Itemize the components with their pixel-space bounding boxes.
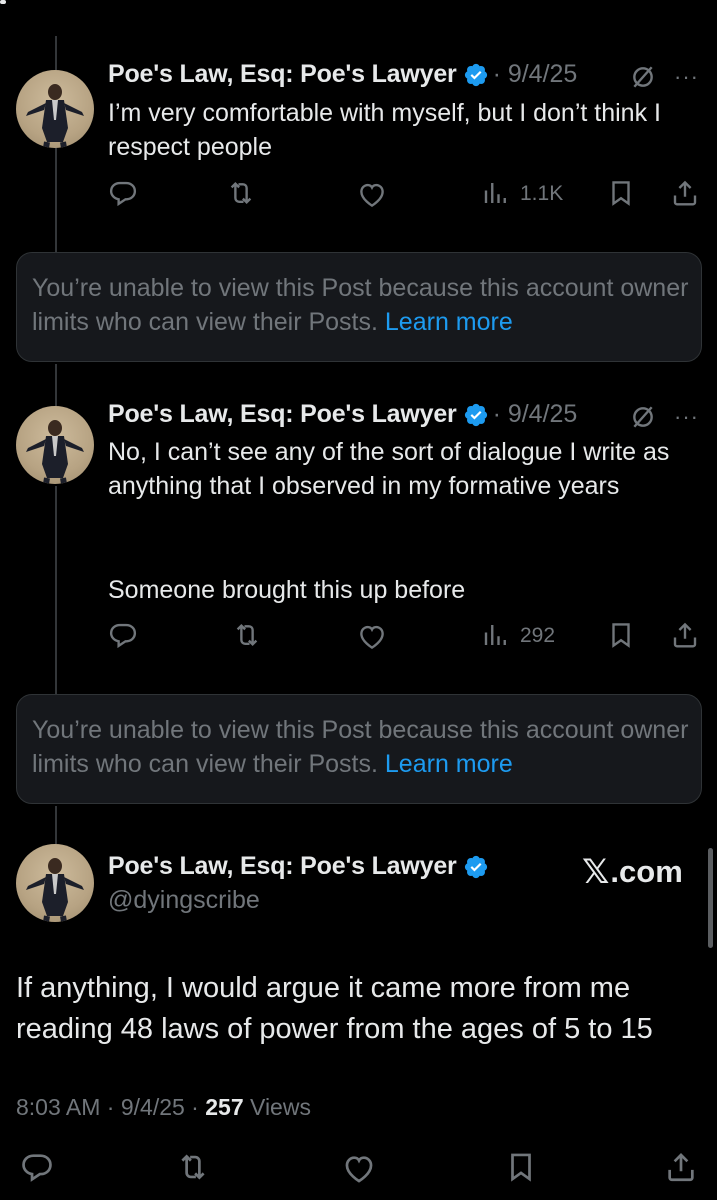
verified-badge-icon	[464, 63, 487, 86]
unavailable-message: You’re unable to view this Post because …	[32, 716, 689, 778]
x-logo-icon: 𝕏	[582, 852, 610, 892]
post-time[interactable]: 8:03 AM	[16, 1094, 100, 1120]
thread-line	[55, 806, 57, 844]
like-icon[interactable]	[342, 1152, 376, 1186]
avatar[interactable]	[16, 406, 94, 484]
post-meta: 8:03 AM · 9/4/25 · 257 Views	[16, 1094, 311, 1120]
unavailable-message: You’re unable to view this Post because …	[32, 274, 689, 336]
share-icon[interactable]	[670, 620, 700, 650]
author-name[interactable]: Poe's Law, Esq: Poe's Lawyer	[108, 60, 457, 89]
thread-line	[55, 364, 57, 408]
post-text: No, I can’t see any of the sort of dialo…	[108, 438, 670, 500]
learn-more-link[interactable]: Learn more	[385, 750, 513, 778]
post-header: Poe's Law, Esq: Poe's Lawyer	[108, 852, 489, 881]
scroll-indicator	[0, 0, 6, 4]
bookmark-icon[interactable]	[504, 1150, 538, 1184]
repost-icon[interactable]	[176, 1150, 210, 1184]
post-text-paragraph: Someone brought this up before	[108, 576, 466, 604]
unavailable-post-notice: You’re unable to view this Post because …	[16, 694, 702, 804]
views-icon[interactable]	[481, 620, 511, 650]
x-com-watermark: 𝕏 .com	[582, 852, 683, 892]
bookmark-icon[interactable]	[606, 178, 636, 208]
reply-icon[interactable]	[108, 620, 138, 650]
post-header: Poe's Law, Esq: Poe's Lawyer · 9/4/25	[108, 400, 577, 429]
views-count: 257	[205, 1094, 244, 1120]
author-name[interactable]: Poe's Law, Esq: Poe's Lawyer	[108, 400, 457, 429]
author-handle[interactable]: @dyingscribe	[108, 886, 260, 915]
x-com-text: .com	[610, 854, 683, 889]
author-name[interactable]: Poe's Law, Esq: Poe's Lawyer	[108, 852, 457, 881]
post-date[interactable]: · 9/4/25	[493, 60, 578, 89]
post-header: Poe's Law, Esq: Poe's Lawyer · 9/4/25	[108, 60, 577, 89]
repost-icon[interactable]	[226, 178, 256, 208]
repost-icon[interactable]	[232, 620, 262, 650]
thread-line	[55, 486, 57, 694]
views-count[interactable]: 292	[520, 624, 555, 648]
like-icon[interactable]	[357, 180, 387, 210]
grok-icon[interactable]	[630, 404, 656, 430]
share-icon[interactable]	[670, 178, 700, 208]
more-options-icon[interactable]: ···	[674, 64, 699, 90]
unavailable-post-notice: You’re unable to view this Post because …	[16, 252, 702, 362]
learn-more-link[interactable]: Learn more	[385, 308, 513, 336]
bookmark-icon[interactable]	[606, 620, 636, 650]
post-text: I’m very comfortable with myself, but I …	[108, 99, 661, 161]
verified-badge-icon	[464, 855, 487, 878]
avatar[interactable]	[16, 70, 94, 148]
reply-icon[interactable]	[20, 1150, 54, 1184]
post-date[interactable]: 9/4/25	[121, 1094, 185, 1120]
main-post-text: If anything, I would argue it came more …	[16, 972, 653, 1045]
more-options-icon[interactable]: ···	[674, 404, 699, 430]
avatar[interactable]	[16, 844, 94, 922]
like-icon[interactable]	[357, 622, 387, 652]
views-count[interactable]: 1.1K	[520, 182, 563, 206]
scrollbar[interactable]	[708, 848, 713, 948]
views-icon[interactable]	[481, 178, 511, 208]
thread-line	[55, 36, 57, 72]
share-icon[interactable]	[664, 1150, 698, 1184]
reply-icon[interactable]	[108, 178, 138, 208]
views-label: Views	[250, 1094, 311, 1120]
grok-icon[interactable]	[630, 64, 656, 90]
post-date[interactable]: · 9/4/25	[493, 400, 578, 429]
verified-badge-icon	[464, 403, 487, 426]
